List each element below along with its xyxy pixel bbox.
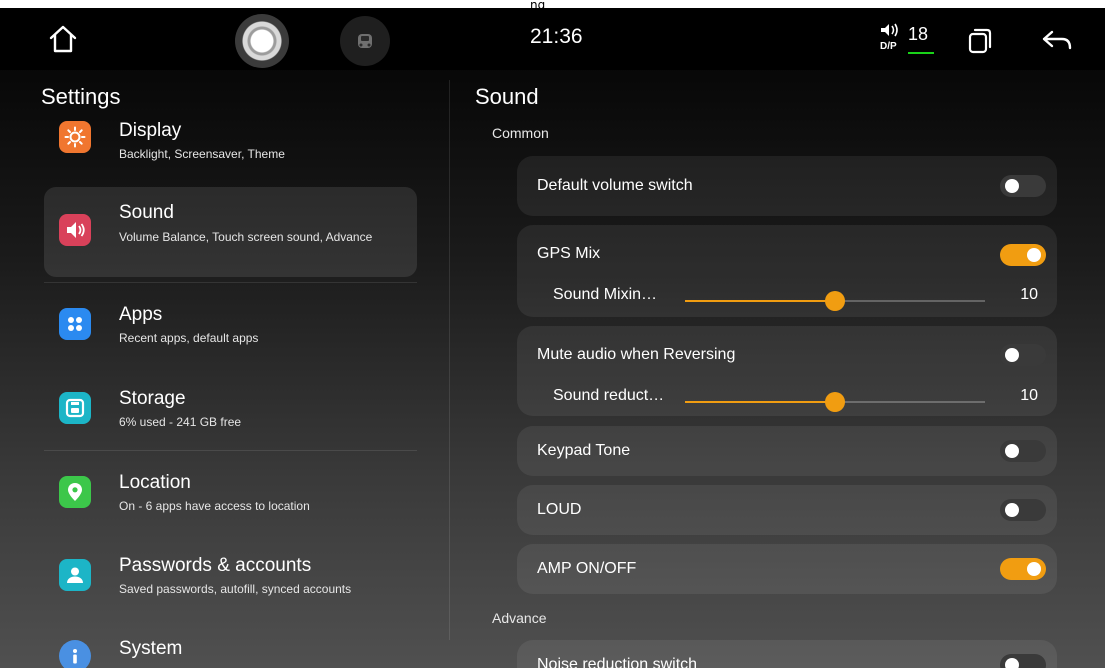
card-mute-reversing: Mute audio when Reversing Sound reduct… …: [517, 326, 1057, 416]
default-volume-toggle[interactable]: [1000, 175, 1046, 197]
menu-item-display-title: Display: [119, 120, 182, 141]
menu-item-system-title: System: [119, 638, 183, 659]
loud-toggle[interactable]: [1000, 499, 1046, 521]
amp-toggle[interactable]: [1000, 558, 1046, 580]
slider-thumb[interactable]: [825, 392, 845, 412]
default-volume-label: Default volume switch: [537, 177, 693, 194]
settings-screen: ng 21:36 D/P 18 Settings Display Backlig…: [0, 0, 1105, 668]
noise-reduction-toggle[interactable]: [1000, 654, 1046, 668]
menu-item-storage-title: Storage: [119, 388, 186, 409]
menu-item-location[interactable]: Location On - 6 apps have access to loca…: [44, 465, 417, 527]
noise-reduction-label: Noise reduction switch: [537, 656, 698, 668]
svg-text:D/P: D/P: [880, 41, 897, 52]
menu-item-display[interactable]: Display Backlight, Screensaver, Theme: [44, 114, 417, 180]
sound-mixing-slider[interactable]: [685, 291, 985, 311]
volume-underline: [908, 52, 934, 54]
toggle-knob: [1027, 248, 1041, 262]
floating-bubble-icon[interactable]: [235, 14, 289, 68]
gps-mix-label: GPS Mix: [537, 245, 601, 262]
menu-item-passwords-accounts-subtitle: Saved passwords, autofill, synced accoun…: [119, 582, 352, 596]
menu-item-passwords-accounts-title: Passwords & accounts: [119, 555, 312, 576]
strip-text: ng: [530, 0, 546, 8]
dsp-volume-icon: D/P: [880, 23, 898, 52]
menu-item-storage[interactable]: Storage 6% used - 241 GB free: [44, 380, 417, 442]
gps-mix-toggle[interactable]: [1000, 244, 1046, 266]
section-advance-label: Advance: [492, 610, 547, 626]
card-amp[interactable]: AMP ON/OFF: [517, 544, 1057, 594]
sound-reduction-slider[interactable]: [685, 392, 985, 412]
slider-fill: [685, 401, 835, 403]
menu-item-storage-subtitle: 6% used - 241 GB free: [119, 415, 242, 429]
card-gps-mix: GPS Mix Sound Mixin… 10: [517, 225, 1057, 317]
loud-label: LOUD: [537, 501, 582, 518]
menu-separator: [44, 282, 417, 283]
sound-mixing-value: 10: [1020, 286, 1038, 303]
keypad-tone-toggle[interactable]: [1000, 440, 1046, 462]
panel-divider: [449, 80, 450, 640]
card-keypad-tone[interactable]: Keypad Tone: [517, 426, 1057, 476]
toggle-knob: [1005, 179, 1019, 193]
keypad-tone-label: Keypad Tone: [537, 442, 631, 459]
menu-item-apps-title: Apps: [119, 304, 163, 325]
car-icon[interactable]: [340, 16, 390, 66]
menu-item-sound-subtitle: Volume Balance, Touch screen sound, Adva…: [119, 230, 373, 244]
page-title: Sound: [475, 84, 539, 109]
menu-item-passwords-accounts[interactable]: Passwords & accounts Saved passwords, au…: [44, 549, 417, 611]
sound-mixing-label: Sound Mixin…: [553, 286, 658, 303]
toggle-knob: [1005, 658, 1019, 668]
volume-icon: [59, 214, 91, 246]
settings-title: Settings: [41, 84, 121, 109]
card-loud[interactable]: LOUD: [517, 485, 1057, 535]
menu-item-sound[interactable]: Sound Volume Balance, Touch screen sound…: [44, 187, 417, 277]
sound-reduction-value: 10: [1020, 387, 1038, 404]
volume-indicator[interactable]: D/P 18: [878, 22, 938, 62]
menu-item-location-subtitle: On - 6 apps have access to location: [119, 499, 310, 513]
amp-label: AMP ON/OFF: [537, 560, 637, 577]
slider-thumb[interactable]: [825, 291, 845, 311]
recents-icon[interactable]: [965, 26, 995, 56]
menu-item-display-subtitle: Backlight, Screensaver, Theme: [119, 147, 285, 161]
notification-strip: ng: [0, 0, 1105, 8]
menu-item-location-title: Location: [119, 472, 191, 493]
home-icon[interactable]: [46, 22, 80, 56]
storage-icon: [59, 392, 91, 424]
toggle-knob: [1005, 503, 1019, 517]
toggle-knob: [1027, 562, 1041, 576]
card-noise-reduction[interactable]: Noise reduction switch: [517, 640, 1057, 668]
brightness-icon: [59, 121, 91, 153]
menu-item-apps[interactable]: Apps Recent apps, default apps: [44, 296, 417, 362]
slider-fill: [685, 300, 835, 302]
back-icon[interactable]: [1040, 26, 1074, 56]
menu-item-apps-subtitle: Recent apps, default apps: [119, 331, 259, 345]
volume-value: 18: [908, 24, 929, 44]
menu-item-sound-title: Sound: [119, 202, 174, 223]
section-common-label: Common: [492, 125, 549, 141]
toggle-knob: [1005, 348, 1019, 362]
menu-separator: [44, 450, 417, 451]
info-icon: [59, 640, 91, 668]
location-pin-icon: [59, 476, 91, 508]
mute-reversing-label: Mute audio when Reversing: [537, 346, 736, 363]
sound-reduction-label: Sound reduct…: [553, 387, 665, 404]
status-bar: 21:36 D/P 18: [0, 8, 1105, 70]
mute-reversing-toggle[interactable]: [1000, 344, 1046, 366]
menu-item-system[interactable]: System: [44, 628, 417, 668]
apps-grid-icon: [59, 308, 91, 340]
toggle-knob: [1005, 444, 1019, 458]
card-default-volume[interactable]: Default volume switch: [517, 156, 1057, 216]
clock: 21:36: [530, 25, 583, 48]
account-icon: [59, 559, 91, 591]
